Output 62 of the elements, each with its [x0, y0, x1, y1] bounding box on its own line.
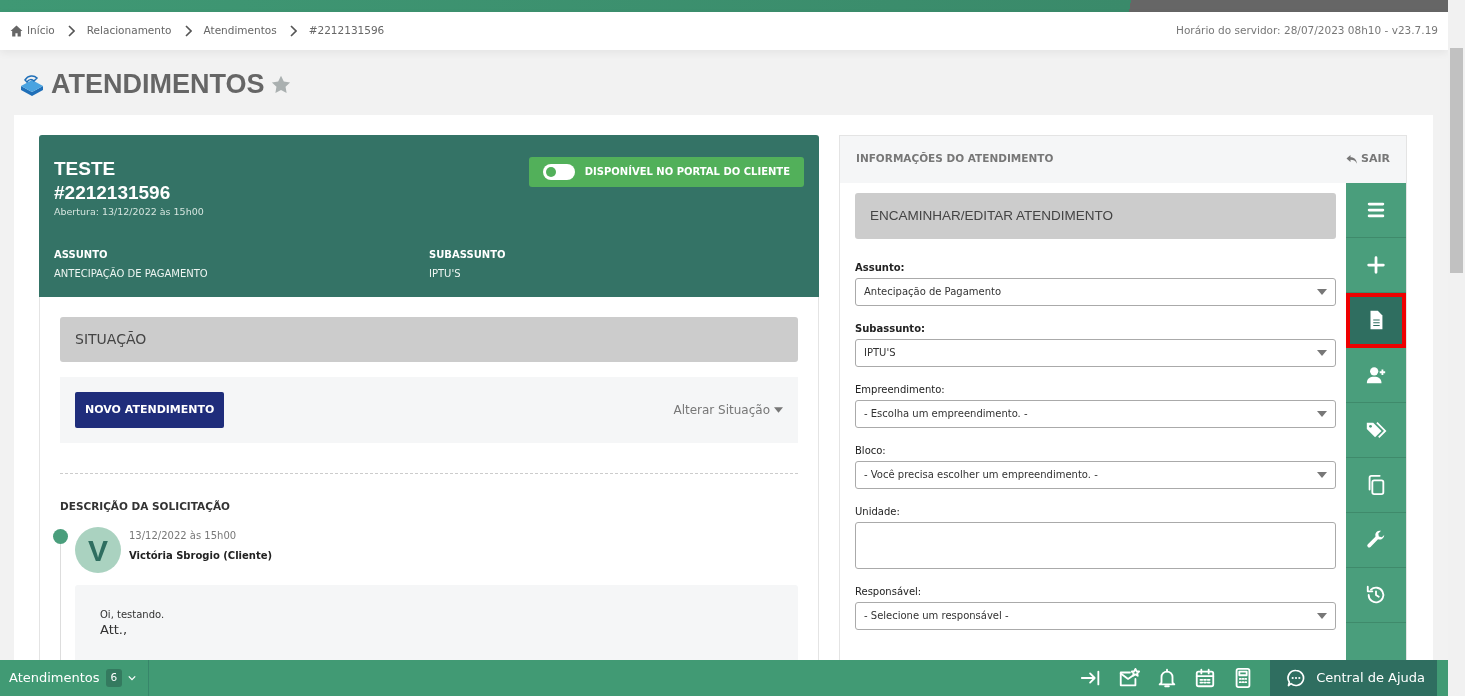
- breadcrumb-link[interactable]: Atendimentos: [203, 23, 277, 39]
- calendar-icon: [1194, 667, 1217, 689]
- history-icon: [1365, 583, 1387, 606]
- field-label: SUBASSUNTO: [429, 247, 507, 262]
- change-status-link[interactable]: Alterar Situação: [673, 401, 783, 419]
- field-label: Bloco:: [855, 443, 887, 457]
- ticket-number: #2212131596: [54, 180, 172, 205]
- field-label: ASSUNTO: [54, 247, 109, 262]
- timeline-dot: [53, 529, 68, 544]
- breadcrumb-current: #2212131596: [308, 23, 385, 39]
- chevron-down-icon: [128, 675, 137, 681]
- avatar-circle: V: [75, 527, 121, 573]
- breadcrumb-link[interactable]: Início: [10, 23, 55, 39]
- breadcrumb-link[interactable]: Relacionamento: [86, 23, 172, 39]
- home-icon: [10, 25, 23, 37]
- field-label: Subassunto:: [855, 321, 927, 335]
- message-author: Victória Sbrogio (Cliente): [129, 548, 273, 563]
- favorite-star-icon[interactable]: [270, 74, 291, 94]
- field-label: Empreendimento:: [855, 382, 946, 396]
- ticket-title: TESTE: [54, 156, 117, 181]
- dropdown-caret-icon: [1317, 471, 1327, 478]
- field-label: Assunto:: [855, 260, 906, 274]
- server-time: Horário do servidor: 28/07/2023 08h10 - v23.7.19: [1176, 23, 1438, 39]
- field-value: ANTECIPAÇÃO DE PAGAMENTO: [54, 266, 209, 281]
- plus-icon: [1365, 253, 1387, 276]
- help-center-button[interactable]: Central de Ajuda: [1270, 660, 1437, 696]
- opening-date: Abertura: 13/12/2022 às 15h00: [54, 204, 204, 219]
- field-label: Unidade:: [855, 504, 901, 518]
- field-value: IPTU'S: [429, 266, 462, 281]
- dropdown-caret-icon: [1317, 410, 1327, 417]
- chat-icon: [1286, 668, 1307, 688]
- field-label: Responsável:: [855, 584, 923, 598]
- chevron-right-icon: [66, 25, 75, 37]
- section-header: SITUAÇÃO: [60, 316, 798, 362]
- message-date: 13/12/2022 às 15h00: [129, 528, 238, 543]
- section-title: DESCRIÇÃO DA SOLICITAÇÃO: [60, 499, 231, 515]
- panel-title: INFORMAÇÕES DO ATENDIMENTO: [856, 151, 1054, 167]
- handshake-logo-icon: [19, 72, 45, 97]
- dropdown-caret-icon: [1317, 288, 1327, 295]
- select-field[interactable]: Antecipação de Pagamento: [855, 277, 1336, 306]
- message-text: Oi, testando.: [100, 608, 166, 622]
- module-dropdown[interactable]: Atendimentos 6: [0, 660, 150, 696]
- message-text: Att.,: [100, 622, 129, 637]
- caret-down-icon: [774, 407, 783, 413]
- page-title: ATENDIMENTOS: [51, 68, 265, 101]
- chevron-right-icon: [288, 25, 297, 37]
- count-badge: 6: [105, 669, 123, 687]
- text-area-field[interactable]: [855, 521, 1336, 569]
- new-ticket-button[interactable]: NOVO ATENDIMENTO: [75, 391, 225, 429]
- select-field[interactable]: - Você precisa escolher um empreendimento. -: [855, 460, 1336, 489]
- section-header: ENCAMINHAR/EDITAR ATENDIMENTO: [855, 192, 1336, 239]
- select-field[interactable]: - Escolha um empreendimento. -: [855, 399, 1336, 428]
- select-field[interactable]: - Selecione um responsável -: [855, 601, 1336, 630]
- chevron-right-icon: [183, 25, 192, 37]
- reply-icon: [1346, 153, 1358, 165]
- side-menu-button[interactable]: [1346, 292, 1406, 348]
- exit-link[interactable]: SAIR: [1346, 150, 1390, 168]
- dropdown-caret-icon: [1317, 349, 1327, 356]
- mail-star-icon: [1118, 667, 1141, 689]
- dropdown-caret-icon: [1317, 612, 1327, 619]
- scrollbar-thumb[interactable]: [1450, 48, 1463, 273]
- select-field[interactable]: IPTU'S: [855, 338, 1336, 367]
